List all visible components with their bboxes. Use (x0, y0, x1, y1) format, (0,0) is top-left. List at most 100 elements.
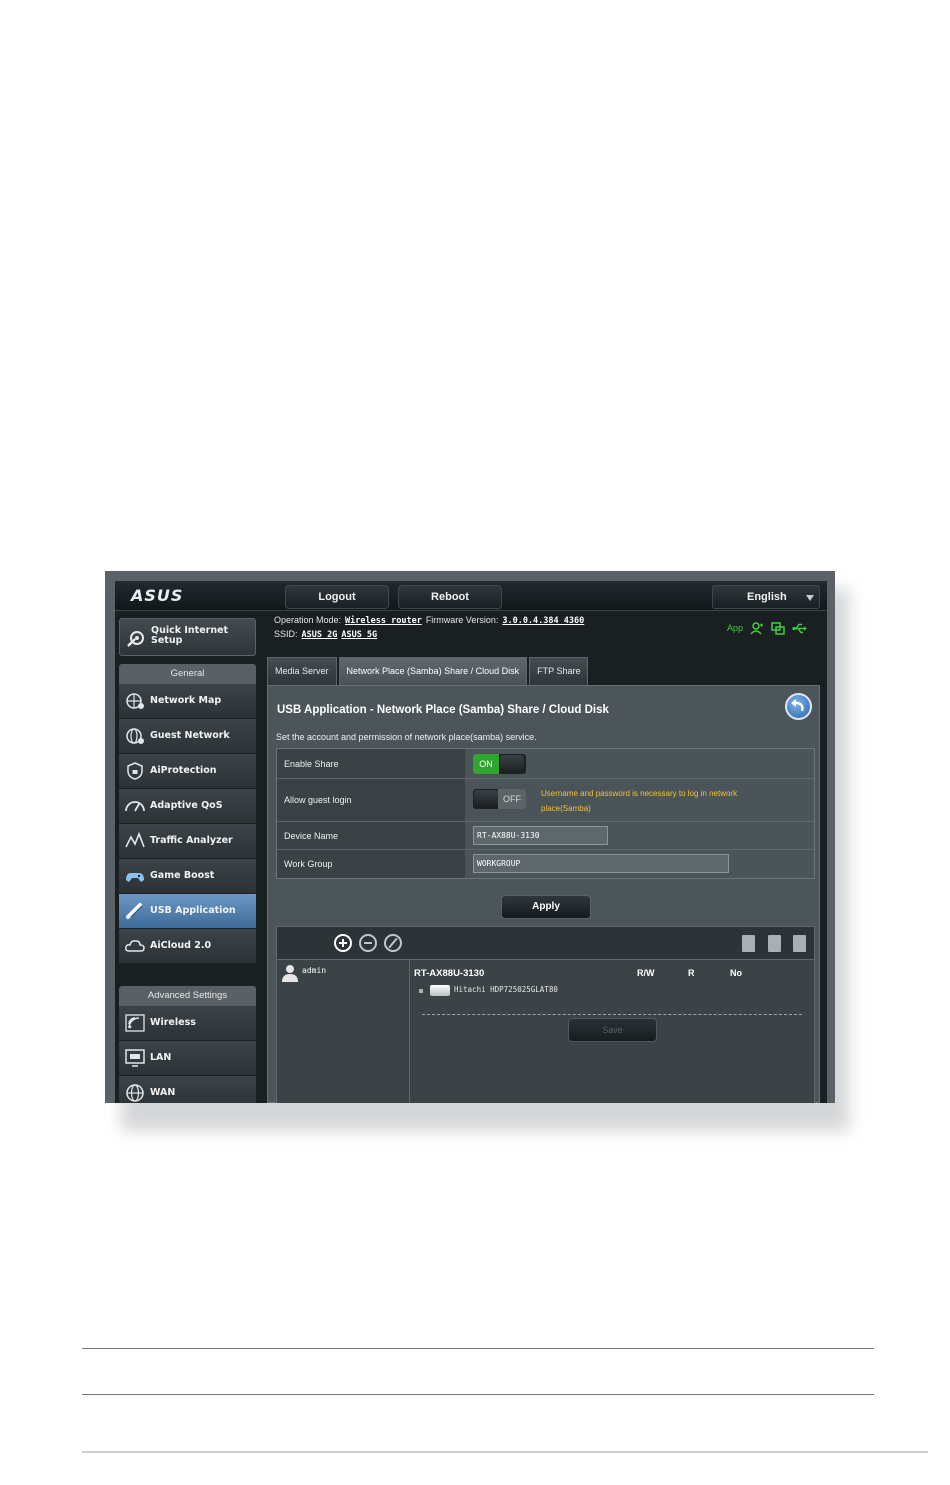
firmware-label: Firmware Version: (425, 615, 499, 625)
add-folder-icon[interactable] (742, 935, 755, 952)
game-boost-icon (126, 873, 144, 882)
delete-account-icon[interactable] (359, 934, 377, 952)
apply-button[interactable]: Apply (501, 895, 591, 919)
sidebar-item-label: Traffic Analyzer (150, 835, 233, 846)
general-section-header: General (119, 664, 256, 684)
add-account-icon[interactable] (334, 934, 352, 952)
device-name-label: Device Name (277, 822, 465, 849)
wizard-icon (127, 631, 144, 647)
work-group-input[interactable]: WORKGROUP (473, 854, 729, 873)
divider-rule (82, 1394, 874, 1395)
footer-rule (82, 1451, 928, 1453)
guest-login-toggle[interactable]: OFF (473, 789, 526, 809)
guest-login-warning: Username and password is necessary to lo… (541, 789, 738, 813)
sidebar-item-traffic-analyzer[interactable]: Traffic Analyzer (119, 824, 256, 859)
work-group-label: Work Group (277, 850, 465, 878)
account-toolbar (277, 927, 814, 960)
back-arrow-icon (791, 699, 804, 712)
quick-internet-setup-button[interactable]: Quick Internet Setup (119, 618, 256, 656)
page-title: USB Application - Network Place (Samba) … (277, 704, 609, 716)
guest-network-icon (126, 728, 144, 744)
account-list: admin (277, 960, 410, 1103)
toggle-on-label: ON (473, 754, 499, 774)
firmware-link[interactable]: 3.0.0.4.384_4360 (502, 616, 584, 626)
sidebar-item-wireless[interactable]: Wireless (119, 1006, 256, 1041)
network-map-icon (126, 693, 144, 709)
account-admin[interactable]: admin (302, 966, 326, 975)
language-select[interactable]: English (712, 585, 820, 609)
divider-rule (82, 1348, 874, 1349)
aiprotection-icon (127, 762, 143, 780)
top-bar: ASUS Logout Reboot English (115, 581, 827, 611)
perm-header-no: No (730, 968, 742, 978)
operation-mode-line: Operation Mode: Wireless router Firmware V… (274, 615, 584, 626)
advanced-section-header: Advanced Settings (119, 986, 256, 1006)
logout-button[interactable]: Logout (285, 585, 389, 609)
sidebar-item-wan[interactable]: WAN (119, 1076, 256, 1103)
sidebar-item-guest-network[interactable]: Guest Network (119, 719, 256, 754)
usb-icon[interactable] (792, 622, 808, 635)
disk-name[interactable]: Hitachi HDP725025GLAT80 (454, 985, 558, 994)
sidebar-item-label: USB Application (150, 905, 236, 916)
back-icon[interactable] (785, 693, 812, 720)
sidebar-item-label: AiCloud 2.0 (150, 940, 212, 951)
sidebar-item-label: WAN (150, 1087, 176, 1098)
device-name-input[interactable]: RT-AX88U-3130 (473, 826, 608, 845)
wireless-icon (125, 1014, 145, 1032)
tab-media-server[interactable]: Media Server (267, 657, 337, 685)
sidebar-item-label: AiProtection (150, 765, 217, 776)
sidebar-item-usb-application[interactable]: USB Application (119, 894, 256, 929)
perm-header-r: R (688, 968, 695, 978)
router-ui: ASUS Logout Reboot English Operation Mod… (115, 581, 827, 1103)
sidebar-item-label: LAN (150, 1052, 172, 1063)
enable-share-row: Enable Share ON (277, 749, 814, 779)
aicloud-icon (125, 940, 145, 952)
sidebar-item-label: Wireless (150, 1017, 196, 1028)
reboot-button[interactable]: Reboot (398, 585, 502, 609)
enable-share-toggle[interactable]: ON (473, 754, 526, 774)
tab-ftp-share[interactable]: FTP Share (529, 657, 589, 685)
device-node: RT-AX88U-3130 (414, 968, 485, 979)
tab-network-place[interactable]: Network Place (Samba) Share / Cloud Disk (338, 657, 528, 685)
sidebar-item-label: Guest Network (150, 730, 230, 741)
permission-area: RT-AX88U-3130 R/W R No Hitachi HDP725025… (410, 960, 814, 1103)
general-menu: Network Map Guest Network AiProtection A… (119, 684, 256, 964)
status-icons: App (727, 621, 808, 635)
ssid-label: SSID: (274, 629, 298, 639)
edit-account-icon[interactable] (384, 934, 402, 952)
perm-header-rw: R/W (637, 968, 655, 978)
hard-disk-icon (430, 985, 450, 996)
language-value: English (747, 591, 787, 603)
operation-mode-label: Operation Mode: (274, 615, 342, 625)
sidebar-item-aiprotection[interactable]: AiProtection (119, 754, 256, 789)
app-link[interactable]: App (727, 623, 743, 633)
usb-application-icon (126, 903, 143, 919)
sidebar-item-network-map[interactable]: Network Map (119, 684, 256, 719)
user-icon (282, 965, 298, 982)
advanced-menu: Wireless LAN WAN (119, 1006, 256, 1103)
sidebar: Quick Internet Setup General Network Map… (119, 618, 256, 1103)
sidebar-item-label: Network Map (150, 695, 222, 706)
rename-folder-icon[interactable] (793, 935, 806, 952)
asus-logo: ASUS (131, 586, 184, 605)
guest-login-row: Allow guest login OFF Username and passw… (277, 779, 814, 822)
router-screenshot: ASUS Logout Reboot English Operation Mod… (105, 571, 835, 1103)
chevron-down-icon (806, 595, 814, 601)
sidebar-item-aicloud[interactable]: AiCloud 2.0 (119, 929, 256, 964)
expand-toggle[interactable] (419, 989, 423, 993)
page-description: Set the account and permission of networ… (276, 732, 537, 742)
sidebar-item-game-boost[interactable]: Game Boost (119, 859, 256, 894)
usb-storage-icon[interactable] (771, 621, 785, 635)
account-permissions-panel: admin RT-AX88U-3130 R/W R No Hitachi HDP… (276, 926, 815, 1103)
delete-folder-icon[interactable] (768, 935, 781, 952)
save-button[interactable]: Save (568, 1018, 657, 1042)
lan-icon (125, 1049, 145, 1067)
operation-mode-link[interactable]: Wireless router (345, 616, 422, 626)
sidebar-item-lan[interactable]: LAN (119, 1041, 256, 1076)
sidebar-item-label: Adaptive QoS (150, 800, 223, 811)
clients-icon[interactable] (750, 621, 764, 635)
sidebar-item-adaptive-qos[interactable]: Adaptive QoS (119, 789, 256, 824)
ssid-2g-link[interactable]: ASUS_2G (302, 630, 338, 640)
dotted-divider (422, 1014, 802, 1015)
ssid-5g-link[interactable]: ASUS_5G (341, 630, 377, 640)
